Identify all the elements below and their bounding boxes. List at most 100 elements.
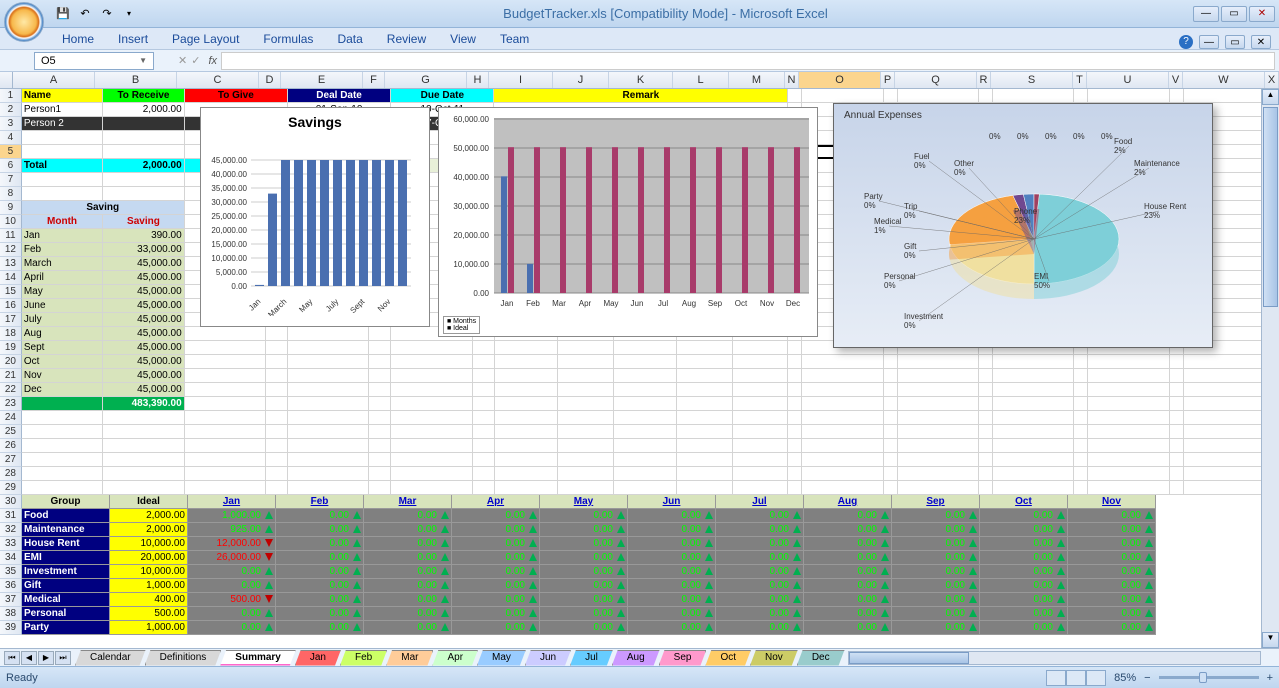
col-header-F[interactable]: F — [363, 72, 385, 88]
budget-Apr-investment[interactable]: 0.00 — [452, 565, 540, 579]
cell[interactable] — [1088, 369, 1169, 383]
cell[interactable] — [884, 383, 898, 397]
cell[interactable] — [288, 481, 369, 495]
cell[interactable] — [103, 173, 184, 187]
cell[interactable] — [473, 481, 495, 495]
cell[interactable] — [802, 383, 883, 397]
sheet-tab-dec[interactable]: Dec — [797, 650, 845, 666]
cell[interactable] — [1088, 453, 1169, 467]
col-header-D[interactable]: D — [259, 72, 281, 88]
cell[interactable] — [22, 425, 103, 439]
cell[interactable] — [495, 397, 559, 411]
budget-Nov-investment[interactable]: 0.00 — [1068, 565, 1156, 579]
cell[interactable] — [103, 481, 184, 495]
budget-month-header-Jan[interactable]: Jan — [188, 495, 276, 509]
cell[interactable] — [733, 481, 789, 495]
col-header-X[interactable]: X — [1265, 72, 1279, 88]
row-header-14[interactable]: 14 — [0, 271, 22, 285]
budget-Feb-house rent[interactable]: 0.00 — [276, 537, 364, 551]
cell[interactable] — [1074, 355, 1088, 369]
savings-month-header[interactable]: Month — [22, 215, 103, 229]
budget-month-header-Jun[interactable]: Jun — [628, 495, 716, 509]
cell[interactable] — [22, 453, 103, 467]
budget-Aug-food[interactable]: 0.00 — [804, 509, 892, 523]
cell[interactable] — [1088, 439, 1169, 453]
saving-value-Jan[interactable]: 390.00 — [103, 229, 184, 243]
cell[interactable] — [898, 481, 979, 495]
budget-Mar-emi[interactable]: 0.00 — [364, 551, 452, 565]
cell[interactable] — [103, 411, 184, 425]
cell[interactable] — [788, 411, 802, 425]
cell[interactable] — [884, 453, 898, 467]
cell[interactable] — [788, 425, 802, 439]
budget-Feb-investment[interactable]: 0.00 — [276, 565, 364, 579]
cell[interactable] — [473, 355, 495, 369]
budget-ideal-medical[interactable]: 400.00 — [110, 593, 188, 607]
cell[interactable] — [677, 369, 733, 383]
cell[interactable] — [266, 383, 288, 397]
cell[interactable] — [288, 369, 369, 383]
saving-value-Oct[interactable]: 45,000.00 — [103, 355, 184, 369]
budget-Nov-medical[interactable]: 0.00 — [1068, 593, 1156, 607]
col-header-S[interactable]: S — [991, 72, 1073, 88]
row-header-17[interactable]: 17 — [0, 313, 22, 327]
cell[interactable] — [1170, 89, 1184, 103]
budget-group-header[interactable]: Group — [22, 495, 110, 509]
doc-minimize-button[interactable]: — — [1199, 35, 1219, 49]
deals-header-deal[interactable]: Deal Date — [288, 89, 391, 103]
cell[interactable] — [369, 383, 391, 397]
tab-last-button[interactable]: ⏭ — [55, 651, 71, 665]
cell[interactable] — [495, 467, 559, 481]
budget-Mar-gift[interactable]: 0.00 — [364, 579, 452, 593]
normal-view-button[interactable] — [1046, 670, 1066, 686]
cell[interactable] — [614, 383, 678, 397]
cell[interactable] — [103, 187, 184, 201]
cell[interactable] — [898, 411, 979, 425]
budget-jan-gift[interactable]: 0.00 — [188, 579, 276, 593]
row-header-26[interactable]: 26 — [0, 439, 22, 453]
col-header-M[interactable]: M — [729, 72, 785, 88]
budget-Jul-party[interactable]: 0.00 — [716, 621, 804, 635]
cell[interactable] — [788, 481, 802, 495]
office-button[interactable] — [4, 2, 44, 42]
cell[interactable] — [495, 425, 559, 439]
saving-month-Oct[interactable]: Oct — [22, 355, 103, 369]
select-all-corner[interactable] — [0, 72, 13, 88]
cell[interactable] — [802, 453, 883, 467]
cell[interactable] — [22, 187, 103, 201]
budget-Sep-investment[interactable]: 0.00 — [892, 565, 980, 579]
budget-month-header-Jul[interactable]: Jul — [716, 495, 804, 509]
cell[interactable] — [185, 411, 266, 425]
budget-month-header-Mar[interactable]: Mar — [364, 495, 452, 509]
cell[interactable] — [288, 383, 369, 397]
cell[interactable] — [993, 481, 1074, 495]
help-icon[interactable]: ? — [1179, 35, 1193, 49]
budget-Jul-maintenance[interactable]: 0.00 — [716, 523, 804, 537]
cell[interactable] — [1184, 397, 1265, 411]
cell[interactable] — [884, 397, 898, 411]
savings-total[interactable]: 483,390.00 — [103, 397, 184, 411]
cell[interactable] — [979, 89, 993, 103]
cell[interactable] — [185, 327, 266, 341]
close-button[interactable]: ✕ — [1249, 6, 1275, 22]
cell[interactable] — [1074, 89, 1088, 103]
cell[interactable] — [1074, 411, 1088, 425]
cell[interactable] — [266, 397, 288, 411]
budget-Mar-personal[interactable]: 0.00 — [364, 607, 452, 621]
cell[interactable] — [788, 467, 802, 481]
sheet-tab-calendar[interactable]: Calendar — [75, 650, 146, 666]
cell[interactable] — [558, 481, 614, 495]
budget-jan-food[interactable]: 1,000.00 — [188, 509, 276, 523]
cell[interactable] — [788, 397, 802, 411]
sheet-tab-jun[interactable]: Jun — [525, 650, 571, 666]
cell[interactable] — [788, 355, 802, 369]
cell[interactable] — [558, 453, 614, 467]
cell[interactable] — [473, 425, 495, 439]
cell[interactable] — [898, 383, 979, 397]
budget-group-personal[interactable]: Personal — [22, 607, 110, 621]
col-header-I[interactable]: I — [489, 72, 553, 88]
cell[interactable] — [558, 383, 614, 397]
budget-ideal-house rent[interactable]: 10,000.00 — [110, 537, 188, 551]
col-header-B[interactable]: B — [95, 72, 177, 88]
row-header-15[interactable]: 15 — [0, 285, 22, 299]
